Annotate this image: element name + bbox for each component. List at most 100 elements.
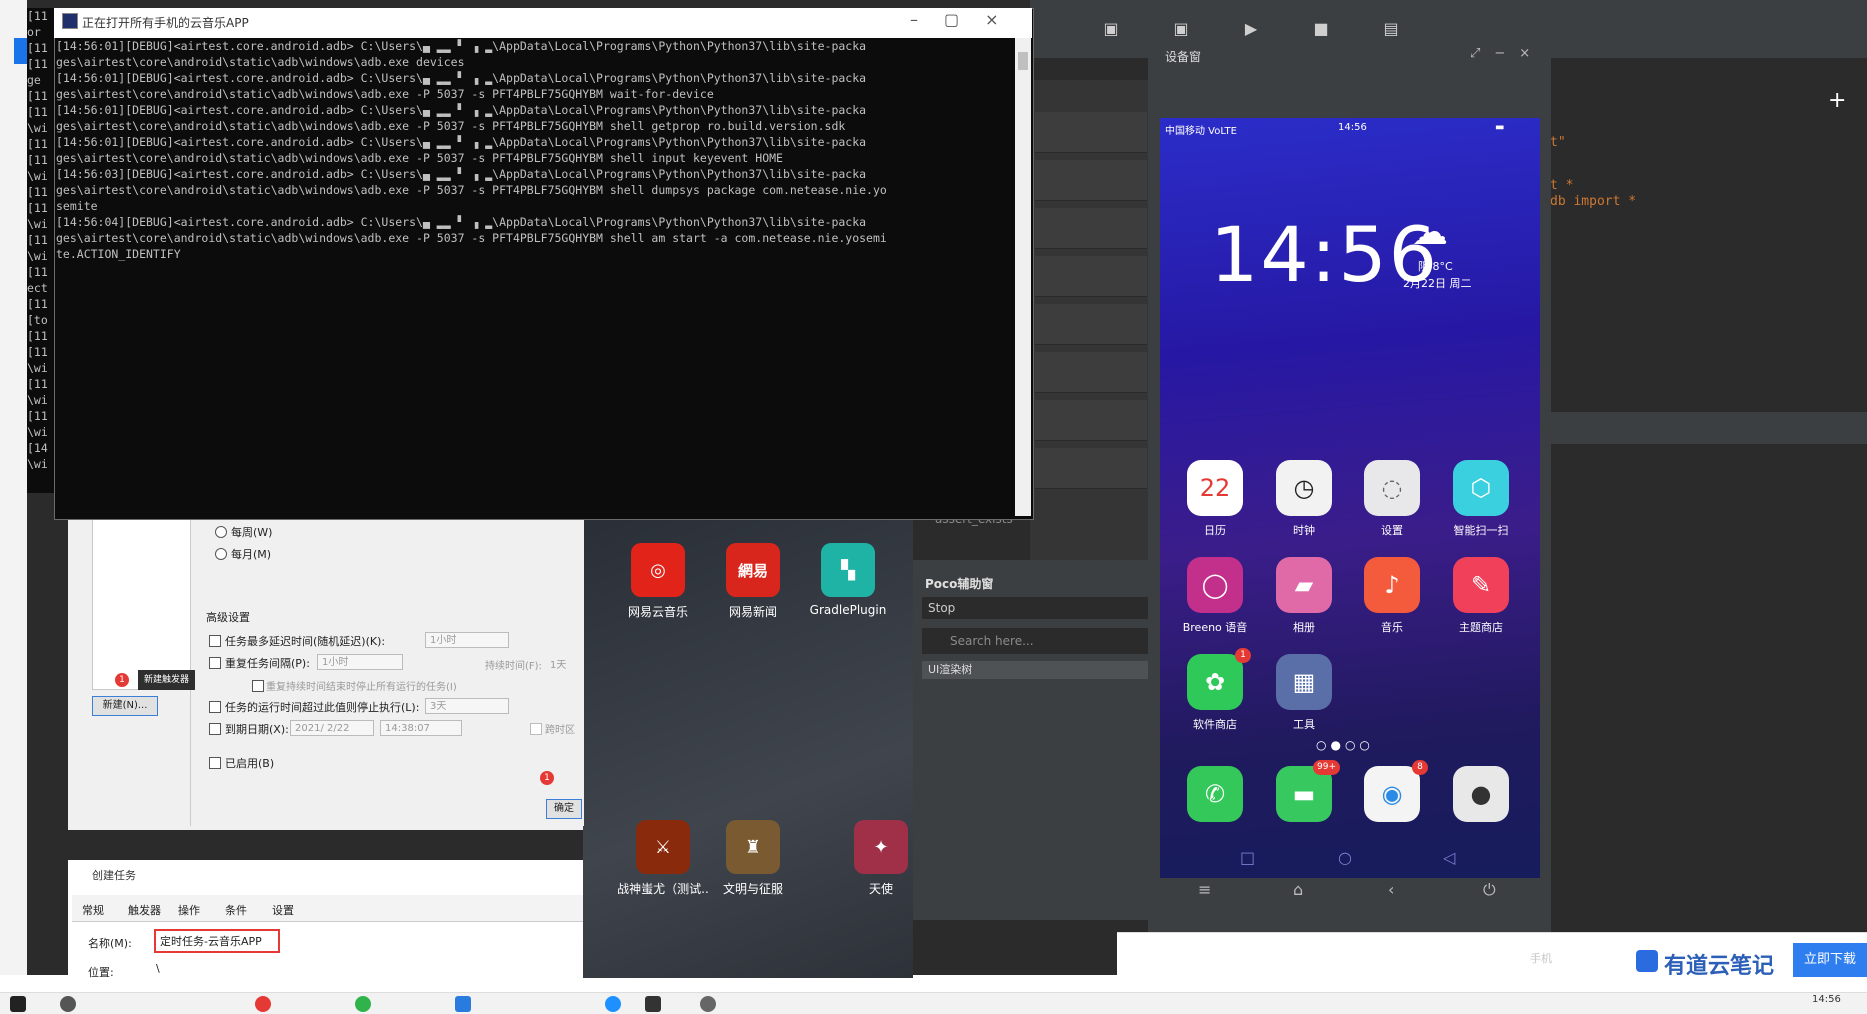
app-settings[interactable]: ◌ 设置: [1350, 460, 1434, 538]
app-taskbar-icon[interactable]: [605, 996, 621, 1012]
app-clock[interactable]: ◷ 时钟: [1262, 460, 1346, 538]
wechat-taskbar-icon[interactable]: [355, 996, 371, 1012]
tab-actions[interactable]: 操作: [178, 902, 200, 918]
desktop-app-game[interactable]: ✦ 天使: [851, 820, 911, 897]
calendar-icon: 22: [1187, 460, 1243, 516]
stop-icon[interactable]: ■: [1310, 18, 1332, 40]
task-name-label: 名称(M):: [88, 937, 132, 950]
app-scanner[interactable]: ⬡ 智能扫一扫: [1439, 460, 1523, 538]
youdao-logo[interactable]: 有道云笔记: [1664, 948, 1774, 980]
recents-icon[interactable]: □: [1240, 848, 1255, 867]
gallery-icon: ▰: [1276, 557, 1332, 613]
add-icon[interactable]: +: [1828, 88, 1846, 113]
delay-checkbox[interactable]: [209, 635, 221, 647]
app-calendar[interactable]: 22 日历: [1173, 460, 1257, 538]
netease-music-icon: ◎: [631, 543, 685, 597]
dock-browser[interactable]: ◉ 8: [1350, 760, 1434, 828]
desktop-app-gradleplugin[interactable]: ▚ GradlePlugin: [803, 543, 893, 617]
app-label: 相册: [1293, 621, 1315, 634]
home-icon[interactable]: ○: [1338, 848, 1352, 867]
stop-all-checkbox[interactable]: [252, 680, 264, 692]
messages-icon: ▬ 99+: [1276, 760, 1340, 822]
log-icon[interactable]: ▤: [1380, 18, 1402, 40]
tab-general[interactable]: 常规: [82, 902, 104, 918]
app-taskbar-icon[interactable]: [455, 996, 471, 1012]
browser-tab-edge[interactable]: [14, 38, 27, 64]
back-icon[interactable]: ‹: [1388, 880, 1394, 899]
desktop-app-netease-music[interactable]: ◎ 网易云音乐: [613, 543, 703, 620]
dock-camera[interactable]: ●: [1439, 766, 1523, 828]
game-icon: ♜: [726, 820, 780, 874]
search-icon[interactable]: [60, 996, 76, 1012]
repeat-select[interactable]: 1小时: [317, 654, 403, 670]
app-gallery[interactable]: ▰ 相册: [1262, 557, 1346, 635]
phone-icon: ✆: [1187, 766, 1243, 822]
save-icon[interactable]: ▣: [1100, 18, 1122, 40]
home-icon[interactable]: ⌂: [1293, 880, 1303, 899]
app-tools-folder[interactable]: ▦ 工具: [1262, 654, 1346, 732]
code-editor[interactable]: [1547, 58, 1867, 390]
dock-phone[interactable]: ✆: [1173, 766, 1257, 828]
download-button[interactable]: 立即下载: [1793, 943, 1867, 977]
stop-if-checkbox[interactable]: [209, 701, 221, 713]
enabled-checkbox[interactable]: [209, 757, 221, 769]
voice-assistant-icon: ◯: [1187, 557, 1243, 613]
duration-value[interactable]: 1天: [550, 656, 566, 671]
cloud-icon: ☁: [1412, 212, 1448, 253]
start-icon[interactable]: [10, 996, 26, 1012]
delay-select[interactable]: 1小时: [425, 632, 509, 648]
weekly-radio[interactable]: [215, 526, 227, 538]
repeat-label: 重复任务间隔(P):: [225, 657, 310, 670]
poco-panel-title: Poco辅助窗: [925, 577, 994, 591]
sync-timezone-checkbox[interactable]: [530, 723, 542, 735]
dock-messages[interactable]: ▬ 99+: [1262, 760, 1346, 828]
expire-date-field[interactable]: 2021/ 2/22: [290, 720, 374, 736]
window-controls[interactable]: –▢×: [910, 10, 1025, 29]
back-icon[interactable]: ◁: [1443, 848, 1455, 867]
trigger-settings: [190, 518, 584, 826]
power-icon[interactable]: ⏻: [1483, 880, 1496, 900]
device-window-title: 设备窗: [1165, 50, 1202, 64]
app-breeno[interactable]: ◯ Breeno 语音: [1173, 557, 1257, 635]
phone-nav-bar: □ ○ ◁: [1160, 848, 1540, 878]
delay-label: 任务最多延迟时间(随机延迟)(K):: [225, 635, 386, 648]
console-scrollbar[interactable]: [1015, 38, 1031, 516]
youdao-logo-icon: [1636, 950, 1658, 972]
tab-triggers[interactable]: 触发器: [128, 902, 161, 918]
tab-settings[interactable]: 设置: [272, 902, 294, 918]
console-taskbar-icon[interactable]: [645, 996, 661, 1012]
tab-conditions[interactable]: 条件: [225, 902, 247, 918]
task-location-label: 位置:: [88, 966, 114, 979]
new-trigger-button[interactable]: 新建(N)...: [92, 696, 158, 716]
poco-stop-field[interactable]: Stop: [922, 597, 1154, 619]
desktop-app-game[interactable]: ♜ 文明与征服: [708, 820, 798, 897]
desktop-app-netease-news[interactable]: 網易 网易新闻: [708, 543, 798, 620]
app-theme-store[interactable]: ✎ 主题商店: [1439, 557, 1523, 635]
expire-checkbox[interactable]: [209, 723, 221, 735]
run-icon[interactable]: ▶: [1240, 18, 1262, 40]
settings-taskbar-icon[interactable]: [700, 996, 716, 1012]
music-icon: ♪: [1364, 557, 1420, 613]
menu-icon[interactable]: ≡: [1198, 880, 1211, 899]
monthly-radio[interactable]: [215, 548, 227, 560]
app-label: 音乐: [1381, 621, 1403, 634]
task-name-input[interactable]: 定时任务-云音乐APP: [154, 929, 280, 953]
app-music[interactable]: ♪ 音乐: [1350, 557, 1434, 635]
ui-tree-item[interactable]: UI渲染树: [922, 661, 1154, 679]
expire-time-field[interactable]: 14:38:07: [380, 720, 462, 736]
app-software-store[interactable]: ✿ 1 软件商店: [1173, 648, 1257, 732]
repeat-checkbox[interactable]: [209, 657, 221, 669]
desktop-app-game[interactable]: ⚔ 战神蚩尤（测试..: [613, 820, 713, 897]
save-as-icon[interactable]: ▣: [1170, 18, 1192, 40]
log-panel-header: [1547, 412, 1867, 444]
confirm-button[interactable]: 确定: [546, 799, 582, 819]
folder-icon: ▦: [1276, 654, 1332, 710]
window-controls[interactable]: ⤢−×: [1470, 46, 1544, 61]
console-output: [14:56:01][DEBUG]<airtest.core.android.a…: [56, 39, 887, 261]
browser-taskbar-icon[interactable]: [255, 996, 271, 1012]
scrollbar-thumb[interactable]: [1018, 52, 1028, 70]
trigger-list[interactable]: [92, 518, 192, 690]
stop-if-select[interactable]: 3天: [425, 698, 509, 714]
poco-search-input[interactable]: Search here...: [922, 628, 1148, 654]
app-label: Breeno 语音: [1182, 621, 1248, 634]
